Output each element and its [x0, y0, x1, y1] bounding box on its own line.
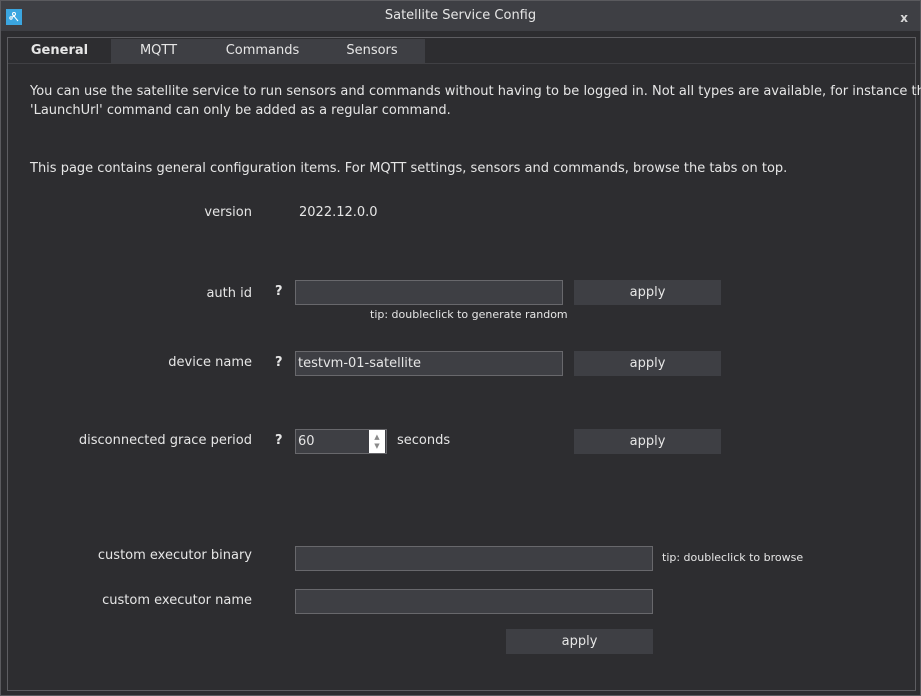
info-text: This page contains general configuration… [30, 161, 788, 176]
executor-binary-input[interactable] [295, 546, 653, 571]
auth-id-input[interactable] [295, 280, 563, 305]
stepper-up-icon[interactable]: ▲ [374, 433, 379, 442]
auth-id-apply-button[interactable]: apply [574, 280, 721, 305]
satellite-config-window: Satellite Service Config x General MQTT … [0, 0, 921, 696]
executor-name-label: custom executor name [102, 593, 252, 608]
executor-binary-label: custom executor binary [97, 548, 252, 563]
grace-period-help-icon[interactable]: ? [275, 433, 283, 448]
device-name-help-icon[interactable]: ? [275, 355, 283, 370]
tab-sensors[interactable]: Sensors [319, 39, 425, 63]
title-bar: Satellite Service Config x [1, 1, 920, 31]
version-value: 2022.12.0.0 [299, 205, 378, 220]
grace-period-unit: seconds [397, 433, 451, 448]
auth-id-help-icon[interactable]: ? [275, 284, 283, 299]
version-label: version [204, 205, 252, 220]
intro-text-line2: 'LaunchUrl' command can only be added as… [30, 103, 451, 118]
executor-binary-tip: tip: doubleclick to browse [662, 551, 804, 564]
tab-mqtt[interactable]: MQTT [111, 39, 206, 63]
grace-period-stepper[interactable]: ▲ ▼ [369, 430, 385, 453]
window-title: Satellite Service Config [384, 8, 537, 23]
grace-period-label: disconnected grace period [78, 433, 252, 448]
auth-id-label: auth id [206, 286, 252, 301]
tab-general[interactable]: General [8, 39, 111, 63]
grace-period-apply-button[interactable]: apply [574, 429, 721, 454]
device-name-apply-button[interactable]: apply [574, 351, 721, 376]
auth-id-tip: tip: doubleclick to generate random [370, 308, 568, 321]
tab-bar: General MQTT Commands Sensors [8, 38, 915, 64]
close-icon[interactable]: x [900, 11, 908, 25]
executor-name-input[interactable] [295, 589, 653, 614]
tab-container: General MQTT Commands Sensors You can us… [7, 37, 921, 691]
executor-apply-button[interactable]: apply [506, 629, 653, 654]
device-name-label: device name [168, 355, 252, 370]
tab-commands[interactable]: Commands [206, 39, 319, 63]
intro-text-line1: You can use the satellite service to run… [30, 84, 921, 99]
device-name-input[interactable] [295, 351, 563, 376]
stepper-down-icon[interactable]: ▼ [374, 442, 379, 451]
